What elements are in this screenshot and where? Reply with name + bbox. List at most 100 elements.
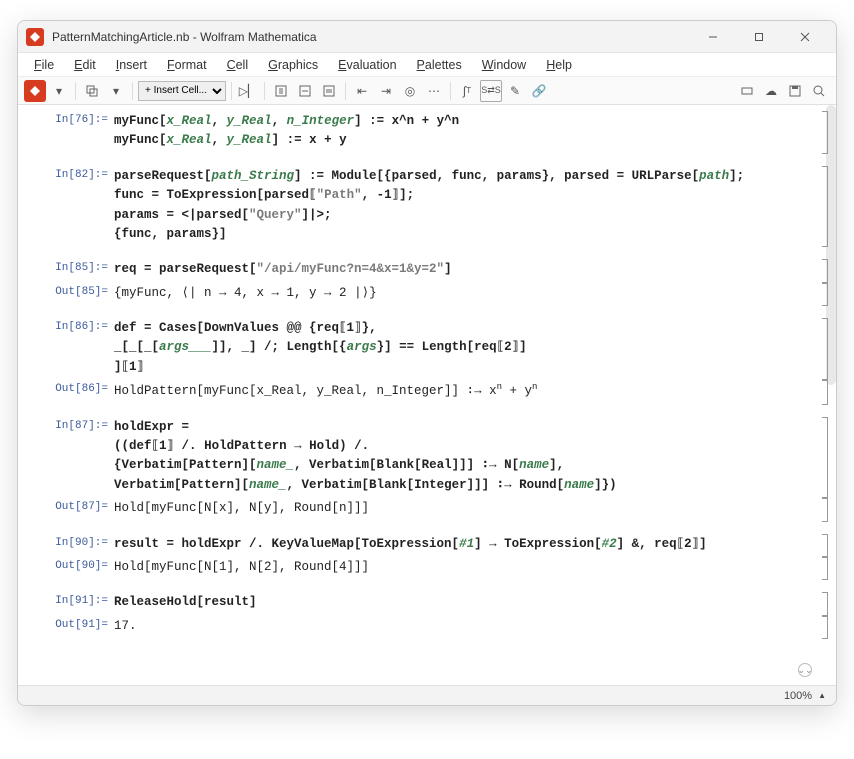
- cell-label: In[87]:=: [18, 418, 114, 432]
- cell-label: In[91]:=: [18, 593, 114, 607]
- cell-content[interactable]: Hold[myFunc[N[x], N[y], Round[n]]]: [114, 499, 818, 520]
- abort-all-icon[interactable]: [318, 80, 340, 102]
- menu-bar: File Edit Insert Format Cell Graphics Ev…: [18, 53, 836, 77]
- minimize-button[interactable]: [690, 21, 736, 53]
- dropdown-icon-2[interactable]: ▾: [105, 80, 127, 102]
- window-controls: [690, 21, 828, 53]
- layers-icon[interactable]: [81, 80, 103, 102]
- cell-in-82[interactable]: In[82]:= parseRequest[path_String] := Mo…: [18, 166, 836, 248]
- cell-content[interactable]: holdExpr = ((def⟦1⟧ /. HoldPattern → Hol…: [114, 418, 818, 498]
- cell-content[interactable]: result = holdExpr /. KeyValueMap[ToExpre…: [114, 535, 818, 556]
- format-icon[interactable]: ∫T: [456, 80, 478, 102]
- cell-content[interactable]: req = parseRequest["/api/myFunc?n=4&x=1&…: [114, 260, 818, 281]
- cell-out-85[interactable]: Out[85]= {myFunc, ⟨| n → 4, x → 1, y → 2…: [18, 283, 836, 306]
- text-cell-icon[interactable]: [270, 80, 292, 102]
- menu-window[interactable]: Window: [472, 55, 536, 75]
- save-icon[interactable]: [784, 80, 806, 102]
- more-cells-icon[interactable]: ⌄⌄: [798, 663, 812, 677]
- cell-bracket[interactable]: [822, 166, 828, 248]
- toolbar-separator: [132, 82, 133, 100]
- cell-out-86[interactable]: Out[86]= HoldPattern[myFunc[x_Real, y_Re…: [18, 380, 836, 405]
- menu-file[interactable]: File: [24, 55, 64, 75]
- ellipsis-icon[interactable]: ⋯: [423, 80, 445, 102]
- menu-edit[interactable]: Edit: [64, 55, 106, 75]
- cell-label: In[86]:=: [18, 319, 114, 333]
- cell-label: Out[90]=: [18, 558, 114, 572]
- app-window: PatternMatchingArticle.nb - Wolfram Math…: [17, 20, 837, 706]
- notebook-area[interactable]: In[76]:= myFunc[x_Real, y_Real, n_Intege…: [18, 105, 836, 685]
- cell-label: Out[87]=: [18, 499, 114, 513]
- cell-in-90[interactable]: In[90]:= result = holdExpr /. KeyValueMa…: [18, 534, 836, 557]
- cell-bracket[interactable]: [822, 534, 828, 557]
- evaluate-icon[interactable]: ▷▏: [237, 80, 259, 102]
- cell-out-90[interactable]: Out[90]= Hold[myFunc[N[1], N[2], Round[4…: [18, 557, 836, 580]
- brush-icon[interactable]: ✎: [504, 80, 526, 102]
- cell-bracket[interactable]: [822, 259, 828, 282]
- cell-in-86[interactable]: In[86]:= def = Cases[DownValues @@ {req⟦…: [18, 318, 836, 380]
- cloud-icon[interactable]: ☁: [760, 80, 782, 102]
- menu-insert[interactable]: Insert: [106, 55, 157, 75]
- menu-graphics[interactable]: Graphics: [258, 55, 328, 75]
- menu-format[interactable]: Format: [157, 55, 217, 75]
- toolbar-separator: [264, 82, 265, 100]
- cell-in-76[interactable]: In[76]:= myFunc[x_Real, y_Real, n_Intege…: [18, 111, 836, 154]
- toolbar-separator: [450, 82, 451, 100]
- cell-content[interactable]: 17.: [114, 617, 818, 638]
- zoom-level[interactable]: 100%: [784, 690, 812, 702]
- cell-content[interactable]: ReleaseHold[result]: [114, 593, 818, 614]
- link-icon[interactable]: 🔗: [528, 80, 550, 102]
- cell-in-85[interactable]: In[85]:= req = parseRequest["/api/myFunc…: [18, 259, 836, 282]
- menu-palettes[interactable]: Palettes: [407, 55, 472, 75]
- zoom-dropdown-icon[interactable]: ▲: [818, 691, 826, 700]
- wolfram-menu-icon[interactable]: [24, 80, 46, 102]
- indent-icon[interactable]: ⇥: [375, 80, 397, 102]
- collapse-icon[interactable]: [736, 80, 758, 102]
- outdent-icon[interactable]: ⇤: [351, 80, 373, 102]
- cell-bracket[interactable]: [822, 283, 828, 306]
- cell-in-91[interactable]: In[91]:= ReleaseHold[result]: [18, 592, 836, 615]
- cell-bracket[interactable]: [822, 592, 828, 615]
- cell-bracket[interactable]: [822, 318, 828, 380]
- dropdown-icon[interactable]: ▾: [48, 80, 70, 102]
- cell-content[interactable]: HoldPattern[myFunc[x_Real, y_Real, n_Int…: [114, 381, 818, 404]
- title-bar: PatternMatchingArticle.nb - Wolfram Math…: [18, 21, 836, 53]
- cell-bracket[interactable]: [822, 380, 828, 405]
- cell-bracket[interactable]: [822, 417, 828, 499]
- cell-label: In[85]:=: [18, 260, 114, 274]
- cell-out-91[interactable]: Out[91]= 17.: [18, 616, 836, 639]
- cell-bracket[interactable]: [822, 616, 828, 639]
- insert-cell-select[interactable]: + Insert Cell...: [138, 81, 226, 101]
- cell-label: Out[91]=: [18, 617, 114, 631]
- style-icon[interactable]: S⇄S: [480, 80, 502, 102]
- search-icon[interactable]: [808, 80, 830, 102]
- menu-cell[interactable]: Cell: [217, 55, 259, 75]
- toolbar: ▾ ▾ + Insert Cell... ▷▏ ⇤ ⇥ ◎ ⋯ ∫T S⇄S ✎…: [18, 77, 836, 105]
- cell-bracket[interactable]: [822, 557, 828, 580]
- cell-label: Out[85]=: [18, 284, 114, 298]
- toolbar-separator: [231, 82, 232, 100]
- cell-bracket[interactable]: [822, 111, 828, 154]
- abort-icon[interactable]: [294, 80, 316, 102]
- toolbar-separator: [345, 82, 346, 100]
- cell-bracket[interactable]: [822, 498, 828, 521]
- cell-label: In[82]:=: [18, 167, 114, 181]
- cell-label: In[90]:=: [18, 535, 114, 549]
- cell-in-87[interactable]: In[87]:= holdExpr = ((def⟦1⟧ /. HoldPatt…: [18, 417, 836, 499]
- maximize-button[interactable]: [736, 21, 782, 53]
- toolbar-separator: [75, 82, 76, 100]
- cell-content[interactable]: parseRequest[path_String] := Module[{par…: [114, 167, 818, 247]
- window-title: PatternMatchingArticle.nb - Wolfram Math…: [52, 30, 690, 44]
- output-icon[interactable]: ◎: [399, 80, 421, 102]
- cell-out-87[interactable]: Out[87]= Hold[myFunc[N[x], N[y], Round[n…: [18, 498, 836, 521]
- menu-help[interactable]: Help: [536, 55, 582, 75]
- cell-content[interactable]: myFunc[x_Real, y_Real, n_Integer] := x^n…: [114, 112, 818, 153]
- cells-container: In[76]:= myFunc[x_Real, y_Real, n_Intege…: [18, 105, 836, 655]
- menu-evaluation[interactable]: Evaluation: [328, 55, 406, 75]
- cell-label: Out[86]=: [18, 381, 114, 395]
- close-button[interactable]: [782, 21, 828, 53]
- cell-content[interactable]: Hold[myFunc[N[1], N[2], Round[4]]]: [114, 558, 818, 579]
- cell-content[interactable]: def = Cases[DownValues @@ {req⟦1⟧}, _[_[…: [114, 319, 818, 379]
- cell-content[interactable]: {myFunc, ⟨| n → 4, x → 1, y → 2 |⟩}: [114, 284, 818, 305]
- status-bar: 100% ▲: [18, 685, 836, 705]
- cell-label: In[76]:=: [18, 112, 114, 126]
